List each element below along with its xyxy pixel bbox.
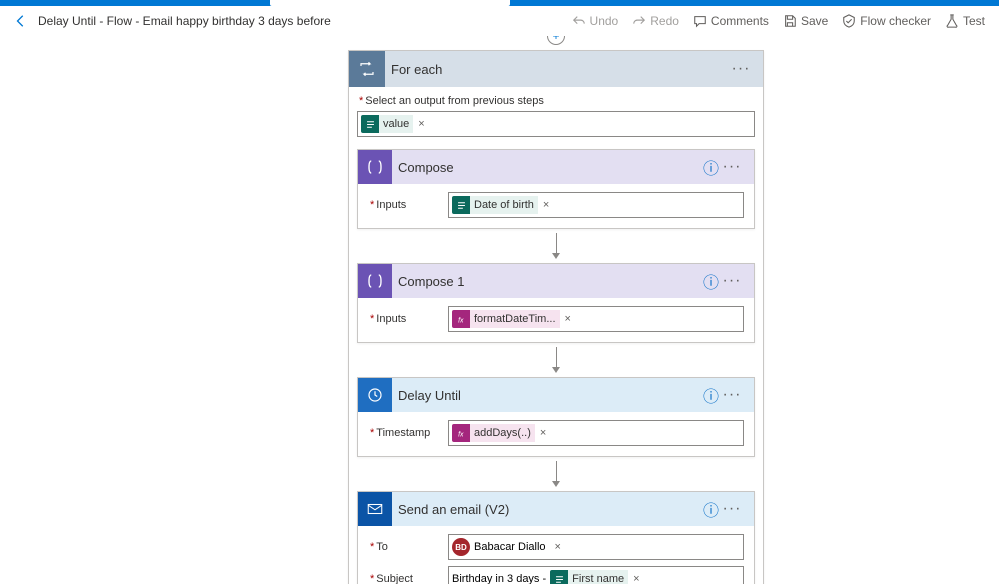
redo-button: Redo (632, 14, 679, 28)
foreach-select-label: Select an output from previous steps (359, 95, 755, 107)
clock-icon (358, 378, 392, 412)
flow-checker-button[interactable]: Flow checker (842, 14, 931, 28)
compose-header[interactable]: Compose ⓘ ··· (358, 150, 754, 184)
token-recipient[interactable]: BD Babacar Diallo × (452, 538, 566, 556)
foreach-header[interactable]: For each ··· (349, 51, 763, 87)
help-icon[interactable]: ⓘ (702, 497, 720, 521)
compose-inputs-field[interactable]: Date of birth × (448, 192, 744, 218)
remove-token-icon[interactable]: × (560, 313, 576, 325)
undo-button: Undo (572, 14, 619, 28)
token-value[interactable]: value × (361, 115, 430, 133)
compose1-header[interactable]: Compose 1 ⓘ ··· (358, 264, 754, 298)
svg-text:fx: fx (458, 431, 464, 438)
remove-token-icon[interactable]: × (628, 573, 644, 584)
token-adddays[interactable]: fx addDays(..) × (452, 424, 551, 442)
flow-canvas[interactable]: + For each ··· Select an output from pre… (0, 36, 999, 584)
send-email-card[interactable]: Send an email (V2) ⓘ ··· To BD Babacar D… (357, 491, 755, 584)
compose1-menu[interactable]: ··· (720, 272, 744, 290)
data-ops-icon (358, 264, 392, 298)
connector-arrow (357, 461, 755, 487)
compose-card[interactable]: Compose ⓘ ··· Inputs Date of birth × (357, 149, 755, 229)
command-bar: Delay Until - Flow - Email happy birthda… (0, 6, 999, 36)
connector-arrow (357, 233, 755, 259)
add-step-top-button[interactable]: + (547, 36, 565, 45)
delay-menu[interactable]: ··· (720, 386, 744, 404)
test-button[interactable]: Test (945, 14, 985, 28)
svg-text:fx: fx (458, 317, 464, 324)
foreach-card[interactable]: For each ··· Select an output from previ… (348, 50, 764, 584)
remove-token-icon[interactable]: × (413, 118, 429, 130)
loop-icon (349, 51, 385, 87)
email-header[interactable]: Send an email (V2) ⓘ ··· (358, 492, 754, 526)
outlook-icon (358, 492, 392, 526)
compose1-inputs-field[interactable]: fx formatDateTim... × (448, 306, 744, 332)
data-ops-icon (358, 150, 392, 184)
back-button[interactable] (14, 14, 28, 28)
delay-header[interactable]: Delay Until ⓘ ··· (358, 378, 754, 412)
email-menu[interactable]: ··· (720, 500, 744, 518)
token-firstname[interactable]: First name × (550, 570, 644, 584)
connector-arrow (357, 347, 755, 373)
remove-token-icon[interactable]: × (538, 199, 554, 211)
help-icon[interactable]: ⓘ (702, 383, 720, 407)
compose-menu[interactable]: ··· (720, 158, 744, 176)
delay-until-card[interactable]: Delay Until ⓘ ··· Timestamp fx addDays(.… (357, 377, 755, 457)
comments-button[interactable]: Comments (693, 14, 769, 28)
save-button[interactable]: Save (783, 14, 828, 28)
foreach-select-input[interactable]: value × (357, 111, 755, 137)
foreach-menu[interactable]: ··· (729, 60, 753, 78)
compose1-card[interactable]: Compose 1 ⓘ ··· Inputs fx formatDateTim.… (357, 263, 755, 343)
help-icon[interactable]: ⓘ (702, 155, 720, 179)
email-subject-field[interactable]: Birthday in 3 days - First name × (448, 566, 744, 584)
page-title: Delay Until - Flow - Email happy birthda… (38, 14, 331, 28)
remove-token-icon[interactable]: × (550, 541, 566, 553)
help-icon[interactable]: ⓘ (702, 269, 720, 293)
email-to-field[interactable]: BD Babacar Diallo × (448, 534, 744, 560)
token-formatdatetime[interactable]: fx formatDateTim... × (452, 310, 576, 328)
delay-timestamp-field[interactable]: fx addDays(..) × (448, 420, 744, 446)
remove-token-icon[interactable]: × (535, 427, 551, 439)
token-dob[interactable]: Date of birth × (452, 196, 554, 214)
